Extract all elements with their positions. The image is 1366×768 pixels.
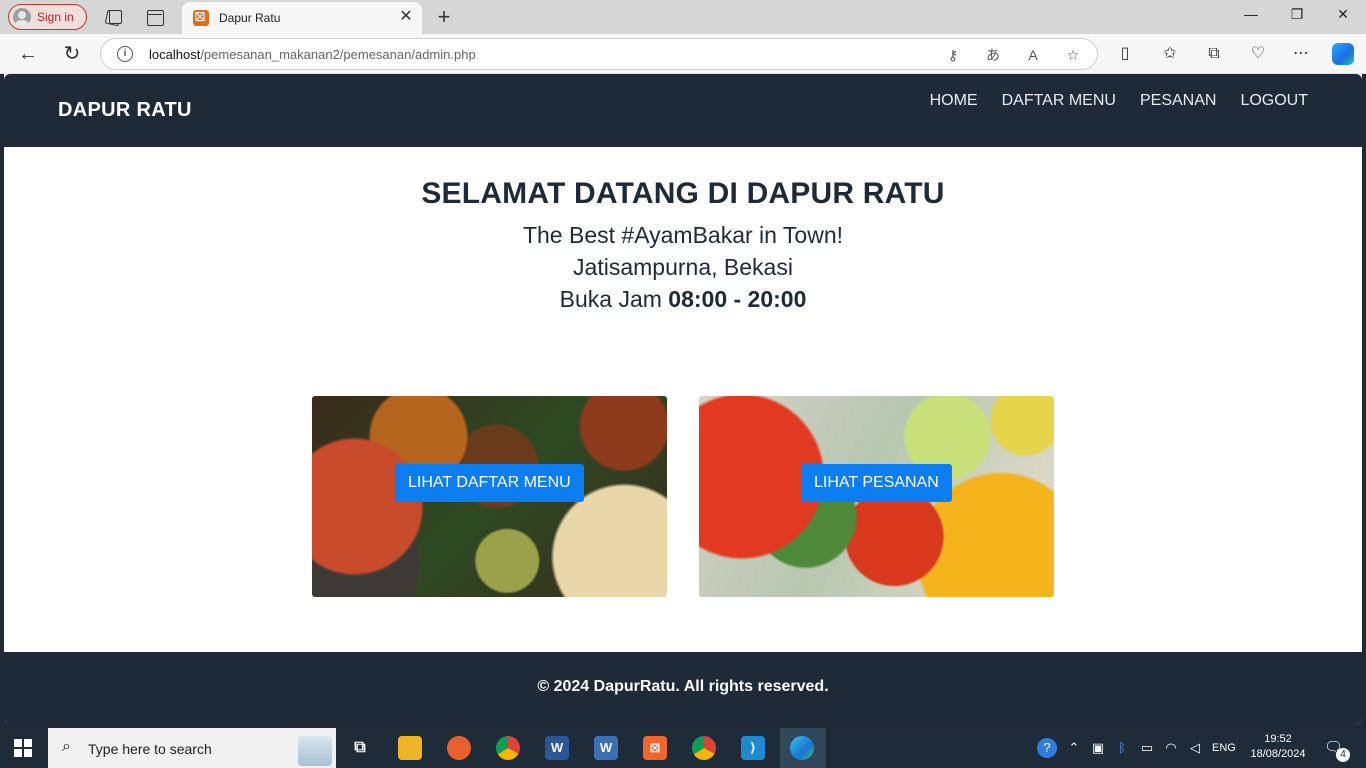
sign-in-button[interactable]: Sign in	[8, 4, 87, 30]
xampp-icon[interactable]: ⊠	[643, 736, 667, 760]
battery-icon[interactable]: ▭	[1137, 738, 1157, 758]
clock-date: 18/08/2024	[1250, 748, 1306, 760]
chrome-icon[interactable]	[496, 736, 520, 760]
window-close-icon[interactable]: ✕	[1333, 6, 1353, 23]
browser-tab-bar: Sign in Dapur Ratu ✕ + — ❐ ✕	[0, 0, 1366, 34]
password-key-icon[interactable]: ⚷	[944, 46, 962, 64]
word-icon[interactable]: W	[545, 736, 569, 760]
site-brand[interactable]: DAPUR RATU	[58, 99, 192, 122]
nav-links: HOME DAFTAR MENU PESANAN LOGOUT	[930, 92, 1308, 110]
collections-icon[interactable]: ⧉	[1204, 44, 1224, 64]
workspaces-icon[interactable]	[103, 7, 123, 27]
back-icon[interactable]: ←	[16, 42, 40, 66]
clock-time: 19:52	[1264, 733, 1292, 745]
site-footer: © 2024 DapurRatu. All rights reserved.	[4, 652, 1362, 724]
show-hidden-icons-icon[interactable]: ⌃	[1064, 738, 1084, 758]
nav-logout[interactable]: LOGOUT	[1240, 92, 1308, 110]
hero-location: Jatisampurna, Bekasi	[573, 254, 793, 280]
notification-count-badge: 4	[1336, 748, 1350, 762]
search-icon: ⌕	[62, 738, 71, 755]
windows-start-icon[interactable]	[14, 739, 32, 757]
hero-section: SELAMAT DATANG DI DAPUR RATU The Best #A…	[4, 177, 1362, 315]
copilot-icon[interactable]	[1332, 43, 1354, 65]
nav-pesanan[interactable]: PESANAN	[1140, 92, 1216, 110]
bluetooth-icon[interactable]: ᛒ	[1112, 738, 1132, 758]
url-text[interactable]: localhost/pemesanan_makanan2/pemesanan/a…	[149, 47, 476, 62]
word-document-icon[interactable]: W	[594, 736, 618, 760]
notification-center-icon[interactable]: 🗨 4	[1324, 738, 1350, 762]
more-options-icon[interactable]: ⋯	[1291, 44, 1311, 64]
taskbar-search-placeholder: Type here to search	[88, 741, 212, 757]
address-bar[interactable]: i localhost/pemesanan_makanan2/pemesanan…	[100, 38, 1098, 70]
site-navbar: DAPUR RATU HOME DAFTAR MENU PESANAN LOGO…	[4, 74, 1362, 147]
vscode-icon[interactable]: ⟩	[741, 736, 765, 760]
browser-tab-active[interactable]: Dapur Ratu ✕	[182, 2, 422, 34]
hero-title: SELAMAT DATANG DI DAPUR RATU	[421, 177, 945, 210]
browser-essentials-icon[interactable]: ♡	[1248, 44, 1268, 64]
browser-toolbar: ← ↻ i localhost/pemesanan_makanan2/pemes…	[0, 34, 1366, 74]
device-tray-icon[interactable]: ▣	[1088, 738, 1108, 758]
hero-hours: Buka Jam 08:00 - 20:00	[559, 286, 807, 312]
lihat-daftar-menu-button[interactable]: LIHAT DAFTAR MENU	[395, 464, 584, 502]
profile-avatar-icon	[13, 8, 31, 26]
menu-card-food-image: LIHAT DAFTAR MENU	[312, 396, 667, 597]
xampp-favicon-icon	[193, 8, 209, 26]
task-view-icon[interactable]: ⧉	[348, 736, 372, 760]
volume-icon[interactable]: ◁	[1185, 738, 1205, 758]
search-highlight-icon	[298, 736, 332, 766]
minimize-icon[interactable]: —	[1241, 6, 1261, 22]
favorites-icon[interactable]: ✩	[1160, 44, 1180, 64]
orders-card-drinks-image: LIHAT PESANAN	[699, 396, 1054, 597]
footer-copyright: © 2024 DapurRatu. All rights reserved.	[537, 678, 829, 695]
chrome-profile-icon[interactable]	[692, 736, 716, 760]
tab-actions-icon[interactable]	[145, 7, 165, 27]
close-tab-icon[interactable]: ✕	[398, 9, 414, 25]
page-viewport: DAPUR RATU HOME DAFTAR MENU PESANAN LOGO…	[4, 74, 1362, 724]
restore-icon[interactable]: ❐	[1287, 6, 1307, 23]
read-aloud-icon[interactable]: A	[1024, 46, 1042, 64]
sign-in-label: Sign in	[37, 10, 74, 24]
windows-taskbar: ⌕ Type here to search ⧉ W W ⊠ ⟩ ? ⌃ ▣ ᛒ …	[0, 728, 1366, 768]
hero-tagline: The Best #AyamBakar in Town!	[522, 222, 844, 248]
help-icon[interactable]: ?	[1037, 738, 1057, 758]
system-clock[interactable]: 19:52 18/08/2024	[1240, 732, 1316, 762]
lihat-pesanan-button[interactable]: LIHAT PESANAN	[801, 464, 952, 502]
firefox-icon[interactable]	[447, 736, 471, 760]
hero-hours-time: 08:00 - 20:00	[668, 286, 807, 312]
tab-title: Dapur Ratu	[219, 11, 281, 25]
file-explorer-icon[interactable]	[398, 736, 422, 760]
favorite-star-icon[interactable]: ☆	[1064, 46, 1082, 64]
nav-daftar-menu[interactable]: DAFTAR MENU	[1002, 92, 1116, 110]
taskbar-search-box[interactable]: ⌕ Type here to search	[48, 728, 336, 768]
new-tab-icon[interactable]: +	[433, 4, 455, 30]
nav-home[interactable]: HOME	[930, 92, 978, 110]
language-indicator[interactable]: ENG	[1212, 742, 1236, 754]
edge-icon[interactable]	[790, 736, 814, 760]
wifi-icon[interactable]: ◠	[1161, 738, 1181, 758]
translate-icon[interactable]: あ	[984, 46, 1002, 64]
split-screen-icon[interactable]: ▯	[1115, 44, 1135, 64]
site-info-icon[interactable]: i	[117, 46, 133, 62]
refresh-icon[interactable]: ↻	[60, 42, 84, 66]
